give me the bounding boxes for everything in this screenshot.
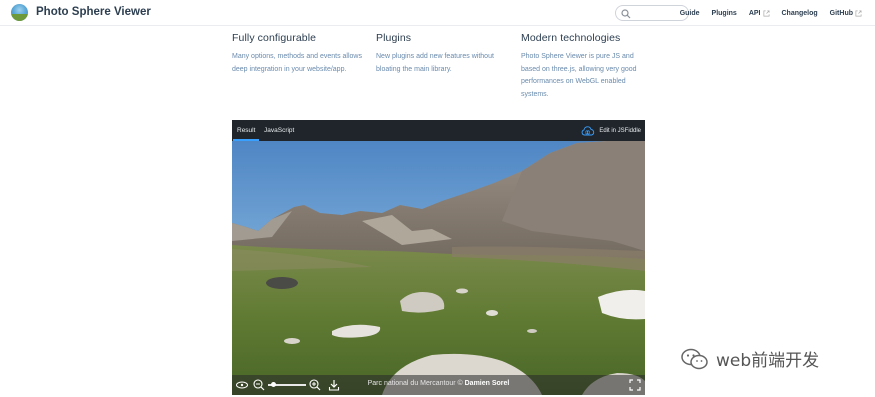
edit-in-jsfiddle-link[interactable]: Edit in JSFiddle (581, 120, 641, 141)
nav-link-plugins[interactable]: Plugins (712, 10, 737, 17)
wechat-watermark: web前端开发 (680, 346, 819, 371)
zoom-slider-handle[interactable] (271, 382, 277, 387)
feature-text: Photo Sphere Viewer is pure JS and based… (521, 53, 637, 98)
zoom-slider[interactable] (268, 382, 306, 387)
feature-title: Plugins (376, 32, 412, 44)
wechat-icon (681, 348, 708, 369)
zoom-in-icon[interactable] (308, 378, 322, 392)
feature-plugins: Plugins New plugins add new features wit… (376, 32, 511, 76)
autorotate-icon[interactable] (235, 378, 249, 392)
search-icon (621, 9, 631, 19)
external-link-icon (855, 10, 862, 16)
site-name-link[interactable]: Photo Sphere Viewer (36, 6, 151, 18)
nav-link-changelog[interactable]: Changelog (782, 10, 818, 17)
zoom-out-icon[interactable] (252, 378, 266, 392)
viewer-navbar: Parc national du Mercantour © Damien Sor… (232, 375, 645, 395)
nav-link-api[interactable]: API (749, 10, 770, 17)
external-link-icon (763, 10, 769, 16)
fiddle-tabbar: Result JavaScript Edit in JSFiddle (232, 120, 645, 141)
feature-title: Fully configurable (232, 32, 317, 44)
feature-title: Modern technologies (521, 32, 621, 44)
site-logo-icon[interactable] (11, 4, 28, 21)
fullscreen-icon[interactable] (628, 378, 642, 392)
nav-link-guide[interactable]: Guide (680, 10, 700, 17)
top-navbar: Photo Sphere Viewer Guide Plugins API Ch… (0, 0, 875, 26)
tab-javascript[interactable]: JavaScript (260, 120, 298, 141)
jsfiddle-cloud-icon (581, 125, 595, 135)
feature-text: Many options, methods and events allows … (232, 53, 362, 73)
tab-result[interactable]: Result (233, 120, 260, 141)
feature-text: New plugins add new features without blo… (376, 53, 494, 73)
jsfiddle-embed: Result JavaScript Edit in JSFiddle Parc … (232, 120, 645, 395)
watermark-text: web前端开发 (716, 351, 820, 371)
feature-modern-technologies: Modern technologies Photo Sphere Viewer … (521, 32, 651, 101)
panorama-viewer[interactable]: Parc national du Mercantour © Damien Sor… (232, 141, 645, 395)
download-icon[interactable] (327, 378, 341, 392)
nav-links: Guide Plugins API Changelog GitHub (668, 0, 862, 26)
panorama-image[interactable] (232, 141, 645, 395)
feature-configurable: Fully configurable Many options, methods… (232, 32, 367, 76)
nav-link-github[interactable]: GitHub (830, 10, 862, 17)
